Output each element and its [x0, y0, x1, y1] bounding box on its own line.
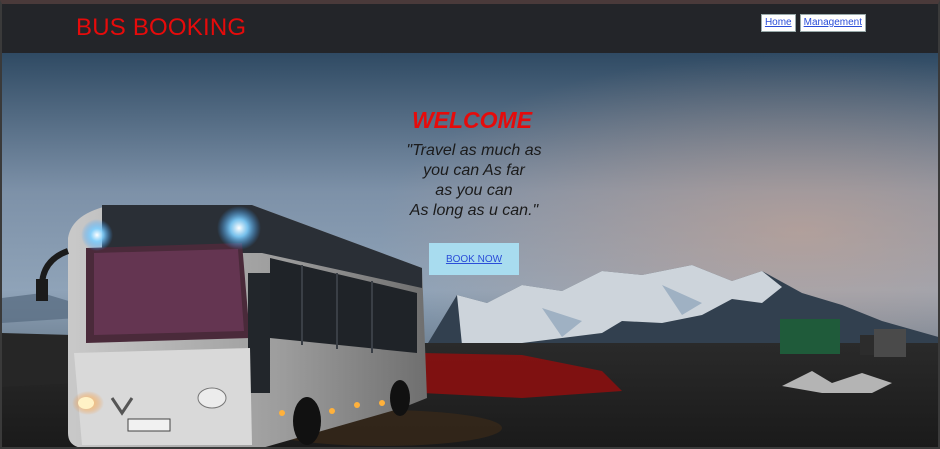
- navbar: BUS BOOKING Home Management: [2, 4, 938, 53]
- browser-viewport: BUS BOOKING Home Management WELCOME "Tra…: [0, 0, 940, 449]
- brand-title: BUS BOOKING: [76, 14, 247, 41]
- nav-links: Home Management: [760, 14, 866, 32]
- book-now-button[interactable]: BOOK NOW: [429, 243, 519, 275]
- nav-management-link[interactable]: Management: [799, 14, 866, 32]
- travel-quote: "Travel as much as you can As far as you…: [406, 142, 542, 219]
- welcome-heading: WELCOME: [411, 107, 533, 133]
- nav-home-link[interactable]: Home: [760, 14, 796, 32]
- hero-section: WELCOME "Travel as much as you can As fa…: [2, 53, 938, 447]
